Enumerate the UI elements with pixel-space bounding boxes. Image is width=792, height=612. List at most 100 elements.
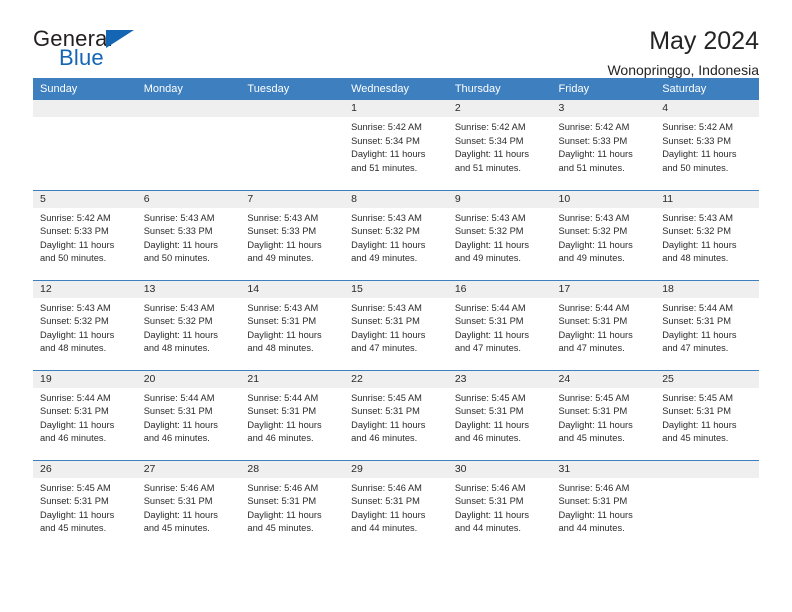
day-number: 9 xyxy=(447,190,552,208)
sunrise-text: Sunrise: 5:42 AM xyxy=(351,122,422,132)
calendar-day-cell-empty xyxy=(240,100,345,190)
sunset-text: Sunset: 5:31 PM xyxy=(247,496,317,507)
day-number: 6 xyxy=(136,190,241,208)
day-number: 26 xyxy=(33,460,137,478)
calendar-day-cell[interactable]: 3 Sunrise: 5:42 AM Sunset: 5:33 PM Daylight… xyxy=(551,100,656,190)
calendar-day-cell[interactable]: 6 Sunrise: 5:43 AM Sunset: 5:33 PM Daylight… xyxy=(136,189,241,280)
daylight-text: Daylight: 11 hours and 49 minutes. xyxy=(247,239,322,264)
daylight-text: Daylight: 11 hours and 47 minutes. xyxy=(662,329,737,354)
day-details: Sunrise: 5:44 AM Sunset: 5:31 PM Daylight:… xyxy=(448,298,552,356)
sunset-text: Sunset: 5:33 PM xyxy=(247,226,317,237)
sunrise-text: Sunrise: 5:43 AM xyxy=(40,302,111,313)
sunrise-text: Sunrise: 5:43 AM xyxy=(143,302,215,313)
calendar-day-cell[interactable]: 1 Sunrise: 5:42 AM Sunset: 5:34 PM Daylight… xyxy=(344,100,448,190)
daylight-text: Daylight: 11 hours and 50 minutes. xyxy=(40,239,115,264)
calendar-day-cell[interactable]: 28 Sunrise: 5:46 AM Sunset: 5:31 PM Dayligh… xyxy=(240,459,345,550)
sunrise-text: Sunrise: 5:43 AM xyxy=(351,212,422,223)
calendar-day-cell[interactable]: 27 Sunrise: 5:46 AM Sunset: 5:31 PM Dayligh… xyxy=(136,459,241,550)
sunrise-text: Sunrise: 5:44 AM xyxy=(662,302,734,313)
sunrise-text: Sunrise: 5:46 AM xyxy=(351,482,422,493)
daylight-text: Daylight: 11 hours and 46 minutes. xyxy=(247,419,322,444)
sunrise-text: Sunrise: 5:44 AM xyxy=(143,392,215,403)
calendar-day-cell[interactable]: 14 Sunrise: 5:43 AM Sunset: 5:31 PM Dayligh… xyxy=(240,279,345,370)
calendar-day-cell[interactable]: 22 Sunrise: 5:45 AM Sunset: 5:31 PM Dayligh… xyxy=(344,369,448,460)
calendar-day-cell[interactable]: 26 Sunrise: 5:45 AM Sunset: 5:31 PM Dayligh… xyxy=(33,459,137,550)
daylight-text: Daylight: 11 hours and 45 minutes. xyxy=(247,509,322,534)
day-number: 24 xyxy=(551,370,656,388)
page-subtitle: Wonopringgo, Indonesia xyxy=(607,62,759,78)
calendar-day-cell[interactable]: 10 Sunrise: 5:43 AM Sunset: 5:32 PM Dayligh… xyxy=(551,189,656,280)
sunset-text: Sunset: 5:32 PM xyxy=(662,226,731,237)
sunrise-text: Sunrise: 5:42 AM xyxy=(558,122,630,132)
sunrise-text: Sunrise: 5:44 AM xyxy=(558,302,630,313)
calendar-day-cell[interactable]: 2 Sunrise: 5:42 AM Sunset: 5:34 PM Daylight… xyxy=(447,100,552,190)
weekday-header-saturday: Saturday xyxy=(655,78,759,100)
calendar-day-cell[interactable]: 7 Sunrise: 5:43 AM Sunset: 5:33 PM Daylight… xyxy=(240,189,345,280)
sunrise-text: Sunrise: 5:45 AM xyxy=(662,392,734,403)
day-details: Sunrise: 5:42 AM Sunset: 5:34 PM Daylight:… xyxy=(448,117,552,175)
daylight-text: Daylight: 11 hours and 49 minutes. xyxy=(558,239,633,264)
calendar-day-cell[interactable]: 30 Sunrise: 5:46 AM Sunset: 5:31 PM Dayligh… xyxy=(447,459,552,550)
day-details: Sunrise: 5:45 AM Sunset: 5:31 PM Daylight:… xyxy=(655,388,759,446)
calendar-day-cell[interactable]: 31 Sunrise: 5:46 AM Sunset: 5:31 PM Dayligh… xyxy=(551,459,656,550)
calendar-day-cell[interactable]: 19 Sunrise: 5:44 AM Sunset: 5:31 PM Dayligh… xyxy=(33,369,137,460)
day-number: 2 xyxy=(447,100,552,117)
sunset-text: Sunset: 5:31 PM xyxy=(662,406,731,417)
calendar-day-cell[interactable]: 29 Sunrise: 5:46 AM Sunset: 5:31 PM Dayligh… xyxy=(344,459,448,550)
calendar-table: Sunday Monday Tuesday Wednesday Thursday… xyxy=(33,78,759,550)
day-number xyxy=(655,460,759,478)
calendar-day-cell[interactable]: 15 Sunrise: 5:43 AM Sunset: 5:31 PM Dayligh… xyxy=(344,279,448,370)
calendar-day-cell[interactable]: 23 Sunrise: 5:45 AM Sunset: 5:31 PM Dayligh… xyxy=(447,369,552,460)
day-number: 4 xyxy=(655,100,759,117)
page-title: May 2024 xyxy=(649,27,759,55)
calendar-day-cell[interactable]: 9 Sunrise: 5:43 AM Sunset: 5:32 PM Daylight… xyxy=(447,189,552,280)
calendar-day-cell[interactable]: 25 Sunrise: 5:45 AM Sunset: 5:31 PM Dayligh… xyxy=(655,369,759,460)
day-details: Sunrise: 5:42 AM Sunset: 5:33 PM Daylight:… xyxy=(33,208,137,266)
sunset-text: Sunset: 5:31 PM xyxy=(247,316,317,327)
calendar-day-cell[interactable]: 21 Sunrise: 5:44 AM Sunset: 5:31 PM Dayligh… xyxy=(240,369,345,460)
daylight-text: Daylight: 11 hours and 50 minutes. xyxy=(143,239,218,264)
weekday-header-wednesday: Wednesday xyxy=(344,78,448,100)
day-details: Sunrise: 5:43 AM Sunset: 5:31 PM Daylight:… xyxy=(240,298,344,356)
calendar-day-cell[interactable]: 17 Sunrise: 5:44 AM Sunset: 5:31 PM Dayligh… xyxy=(551,279,656,370)
day-details: Sunrise: 5:43 AM Sunset: 5:32 PM Daylight:… xyxy=(344,208,448,266)
sunrise-text: Sunrise: 5:45 AM xyxy=(351,392,422,403)
calendar-day-cell[interactable]: 5 Sunrise: 5:42 AM Sunset: 5:33 PM Daylight… xyxy=(33,189,137,280)
calendar-day-cell[interactable]: 24 Sunrise: 5:45 AM Sunset: 5:31 PM Dayligh… xyxy=(551,369,656,460)
calendar-day-cell[interactable]: 8 Sunrise: 5:43 AM Sunset: 5:32 PM Daylight… xyxy=(344,189,448,280)
logo-word-blue: Blue xyxy=(59,45,104,70)
day-details: Sunrise: 5:45 AM Sunset: 5:31 PM Daylight:… xyxy=(448,388,552,446)
sunset-text: Sunset: 5:33 PM xyxy=(558,135,628,146)
day-number: 13 xyxy=(136,280,241,298)
weekday-header-monday: Monday xyxy=(136,78,241,100)
general-blue-logo: General Blue xyxy=(33,26,153,74)
sunrise-text: Sunrise: 5:43 AM xyxy=(558,212,630,223)
sunrise-text: Sunrise: 5:44 AM xyxy=(454,302,526,313)
calendar-day-cell[interactable]: 20 Sunrise: 5:44 AM Sunset: 5:31 PM Dayligh… xyxy=(136,369,241,460)
page-header: General Blue May 2024 Wonopringgo, Indon… xyxy=(33,0,759,78)
calendar-day-cell[interactable]: 12 Sunrise: 5:43 AM Sunset: 5:32 PM Dayligh… xyxy=(33,279,137,370)
calendar-day-cell[interactable]: 16 Sunrise: 5:44 AM Sunset: 5:31 PM Dayligh… xyxy=(447,279,552,370)
sunrise-text: Sunrise: 5:46 AM xyxy=(558,482,630,493)
day-number: 7 xyxy=(240,190,345,208)
daylight-text: Daylight: 11 hours and 51 minutes. xyxy=(351,149,426,173)
calendar-day-cell[interactable]: 4 Sunrise: 5:42 AM Sunset: 5:33 PM Daylight… xyxy=(655,100,759,190)
day-details: Sunrise: 5:43 AM Sunset: 5:32 PM Daylight:… xyxy=(448,208,552,266)
sunset-text: Sunset: 5:31 PM xyxy=(351,496,420,507)
daylight-text: Daylight: 11 hours and 48 minutes. xyxy=(662,239,737,264)
day-number: 11 xyxy=(655,190,759,208)
sunrise-text: Sunrise: 5:43 AM xyxy=(143,212,215,223)
calendar-day-cell[interactable]: 18 Sunrise: 5:44 AM Sunset: 5:31 PM Dayligh… xyxy=(655,279,759,370)
calendar-day-cell[interactable]: 13 Sunrise: 5:43 AM Sunset: 5:32 PM Dayligh… xyxy=(136,279,241,370)
calendar-day-cell[interactable]: 11 Sunrise: 5:43 AM Sunset: 5:32 PM Dayligh… xyxy=(655,189,759,280)
day-details: Sunrise: 5:46 AM Sunset: 5:31 PM Daylight:… xyxy=(448,478,552,536)
day-number: 18 xyxy=(655,280,759,298)
sunrise-text: Sunrise: 5:43 AM xyxy=(454,212,526,223)
day-details: Sunrise: 5:42 AM Sunset: 5:33 PM Daylight:… xyxy=(655,117,759,175)
day-number: 23 xyxy=(447,370,552,388)
daylight-text: Daylight: 11 hours and 49 minutes. xyxy=(351,239,426,264)
sunset-text: Sunset: 5:31 PM xyxy=(454,406,524,417)
calendar-week-row: 5 Sunrise: 5:42 AM Sunset: 5:33 PM Daylight… xyxy=(33,189,759,280)
logo-triangle-icon xyxy=(106,30,134,48)
day-number: 22 xyxy=(344,370,448,388)
